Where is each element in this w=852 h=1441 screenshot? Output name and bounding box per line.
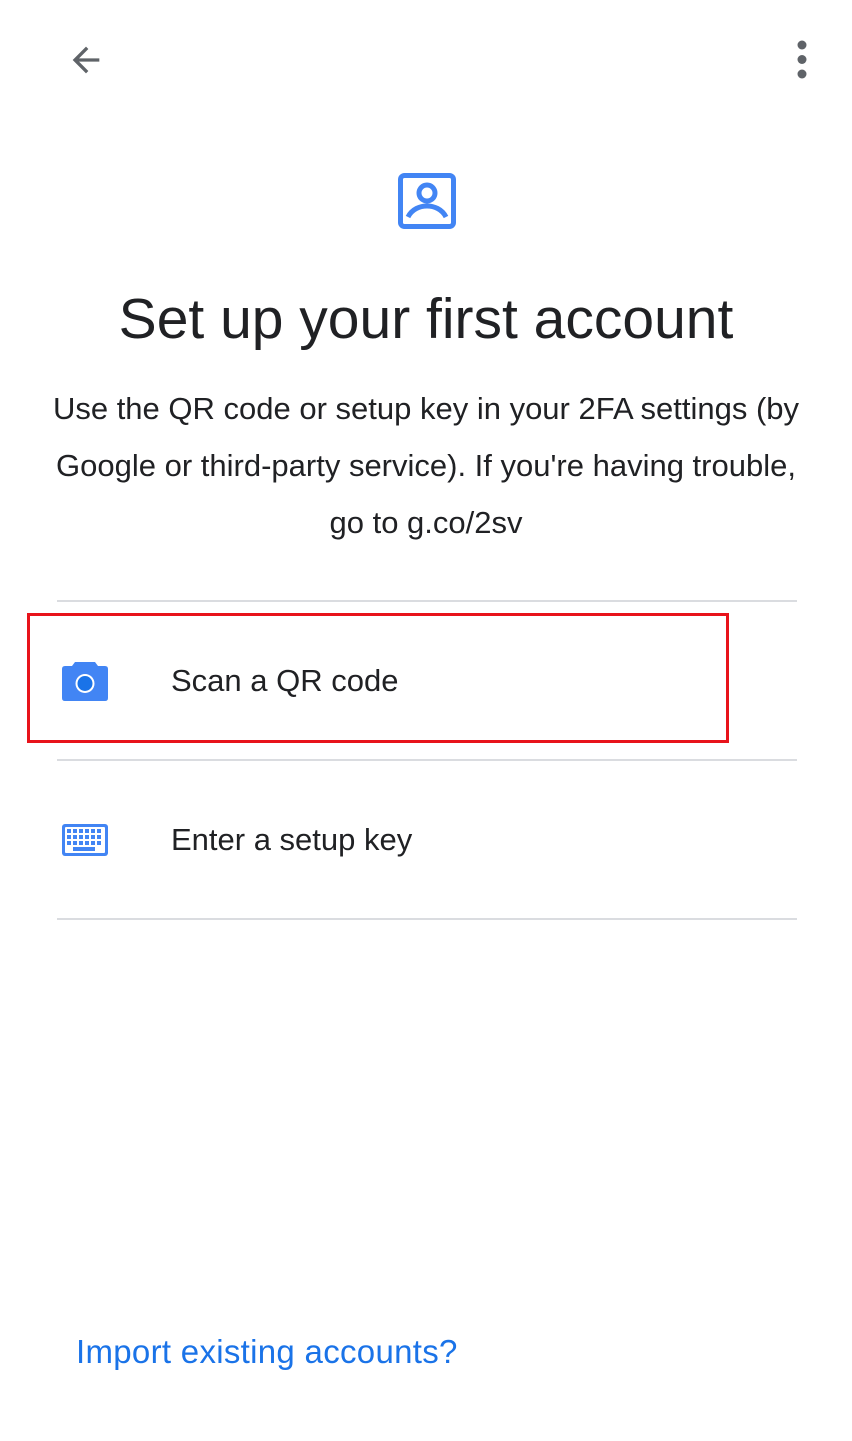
setup-description: Use the QR code or setup key in your 2FA… xyxy=(52,391,800,540)
setup-screen: Set up your first account Use the QR cod… xyxy=(0,0,852,1441)
camera-icon xyxy=(61,660,109,702)
keyboard-icon xyxy=(61,819,109,861)
divider xyxy=(57,918,797,920)
divider xyxy=(57,600,797,602)
back-button[interactable] xyxy=(56,30,116,90)
enter-setup-key-label: Enter a setup key xyxy=(171,822,413,857)
scan-qr-code-option[interactable]: Scan a QR code xyxy=(57,603,797,759)
page-title: Set up your first account xyxy=(118,287,734,351)
enter-setup-key-option[interactable]: Enter a setup key xyxy=(57,762,797,918)
divider xyxy=(57,759,797,761)
more-options-button[interactable] xyxy=(776,30,828,90)
import-existing-accounts-link[interactable]: Import existing accounts? xyxy=(76,1333,458,1371)
more-vert-icon xyxy=(797,40,807,79)
arrow-back-icon xyxy=(72,46,100,74)
scan-qr-code-label: Scan a QR code xyxy=(171,663,399,698)
account-box-icon xyxy=(398,173,456,229)
